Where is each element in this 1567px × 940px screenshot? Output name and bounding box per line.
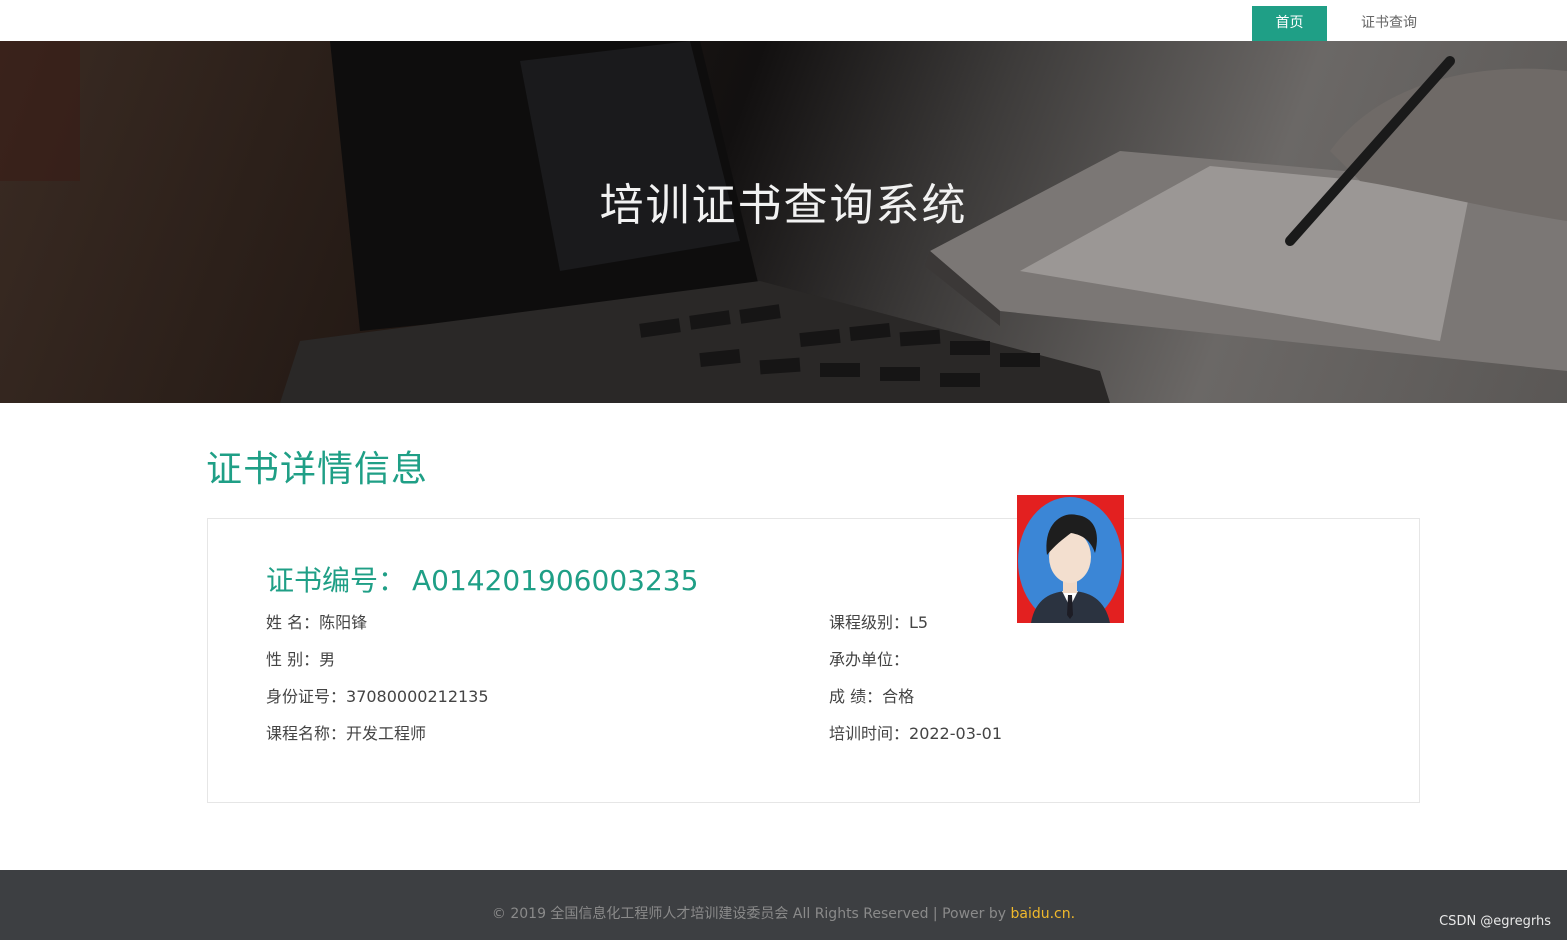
field-course-name-label: 课程名称： [266, 724, 347, 743]
field-gender: 性 别：男 [266, 648, 335, 672]
field-organizer-label: 承办单位： [829, 650, 910, 669]
person-avatar-icon [1017, 495, 1124, 623]
field-name-value: 陈阳锋 [319, 613, 368, 632]
field-course-level-label: 课程级别： [829, 613, 910, 632]
certificate-card: 证书编号： A014201906003235 姓 名：陈阳锋 性 别：男 身份证号… [207, 518, 1420, 803]
field-id-number: 身份证号：37080000212135 [266, 685, 489, 709]
field-course-level: 课程级别：L5 [829, 611, 928, 635]
field-id-number-label: 身份证号： [266, 687, 347, 706]
field-score: 成 绩：合格 [829, 685, 914, 709]
footer: © 2019 全国信息化工程师人才培训建设委员会 All Rights Rese… [0, 870, 1567, 940]
footer-link[interactable]: baidu.cn. [1010, 906, 1075, 922]
section-title: 证书详情信息 [206, 449, 429, 490]
nav-home-tab[interactable]: 首页 [1252, 6, 1327, 41]
field-gender-value: 男 [319, 650, 336, 669]
field-organizer: 承办单位： [829, 648, 909, 672]
certificate-number-label: 证书编号： [266, 564, 407, 597]
hero-title: 培训证书查询系统 [599, 180, 968, 231]
field-course-name: 课程名称：开发工程师 [266, 722, 426, 746]
certificate-number: 证书编号： A014201906003235 [266, 559, 698, 599]
field-training-date-value: 2022-03-01 [909, 724, 1002, 743]
field-score-value: 合格 [882, 687, 915, 706]
field-score-label: 成 绩： [829, 687, 883, 706]
field-name-label: 姓 名： [266, 613, 320, 632]
field-course-name-value: 开发工程师 [346, 724, 427, 743]
top-nav: 首页 证书查询 [0, 0, 1567, 41]
field-training-date: 培训时间：2022-03-01 [829, 722, 1002, 746]
footer-copyright-text: © 2019 全国信息化工程师人才培训建设委员会 All Rights Rese… [491, 906, 1011, 922]
hero-banner: 培训证书查询系统 [0, 41, 1567, 403]
field-course-level-value: L5 [909, 613, 929, 632]
field-gender-label: 性 别： [266, 650, 320, 669]
nav-cert-query-tab[interactable]: 证书查询 [1345, 6, 1433, 41]
field-id-number-value: 37080000212135 [346, 687, 489, 706]
footer-copyright: © 2019 全国信息化工程师人才培训建设委员会 All Rights Rese… [0, 903, 1567, 923]
field-training-date-label: 培训时间： [829, 724, 910, 743]
certificate-number-value: A014201906003235 [412, 564, 699, 597]
field-name: 姓 名：陈阳锋 [266, 611, 367, 635]
avatar [1017, 495, 1124, 623]
watermark: CSDN @egregrhs [1439, 914, 1551, 929]
